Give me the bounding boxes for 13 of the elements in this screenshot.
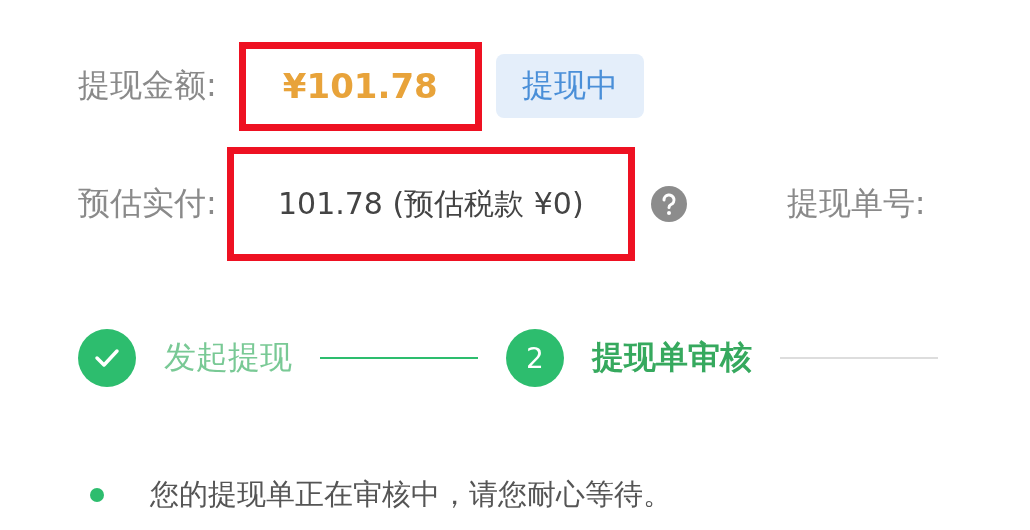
- field-label: 预估实付:: [78, 183, 217, 224]
- status-note: 您的提现单正在审核中，请您耐心等待。: [150, 476, 672, 513]
- step-number: 2: [506, 329, 564, 387]
- step-label: 提现单审核: [592, 337, 752, 378]
- bullet-icon: [90, 488, 104, 502]
- amount-value: ¥101.78: [282, 66, 438, 106]
- field-label: 提现金额:: [78, 65, 217, 106]
- field-label: 提现单号:: [786, 183, 926, 224]
- help-icon[interactable]: [650, 186, 687, 222]
- step-label: 发起提现: [164, 337, 292, 378]
- actual-value: 101.78 (预估税款 ¥0): [277, 184, 584, 223]
- check-icon: [78, 329, 136, 387]
- status-badge: 提现中: [495, 54, 644, 118]
